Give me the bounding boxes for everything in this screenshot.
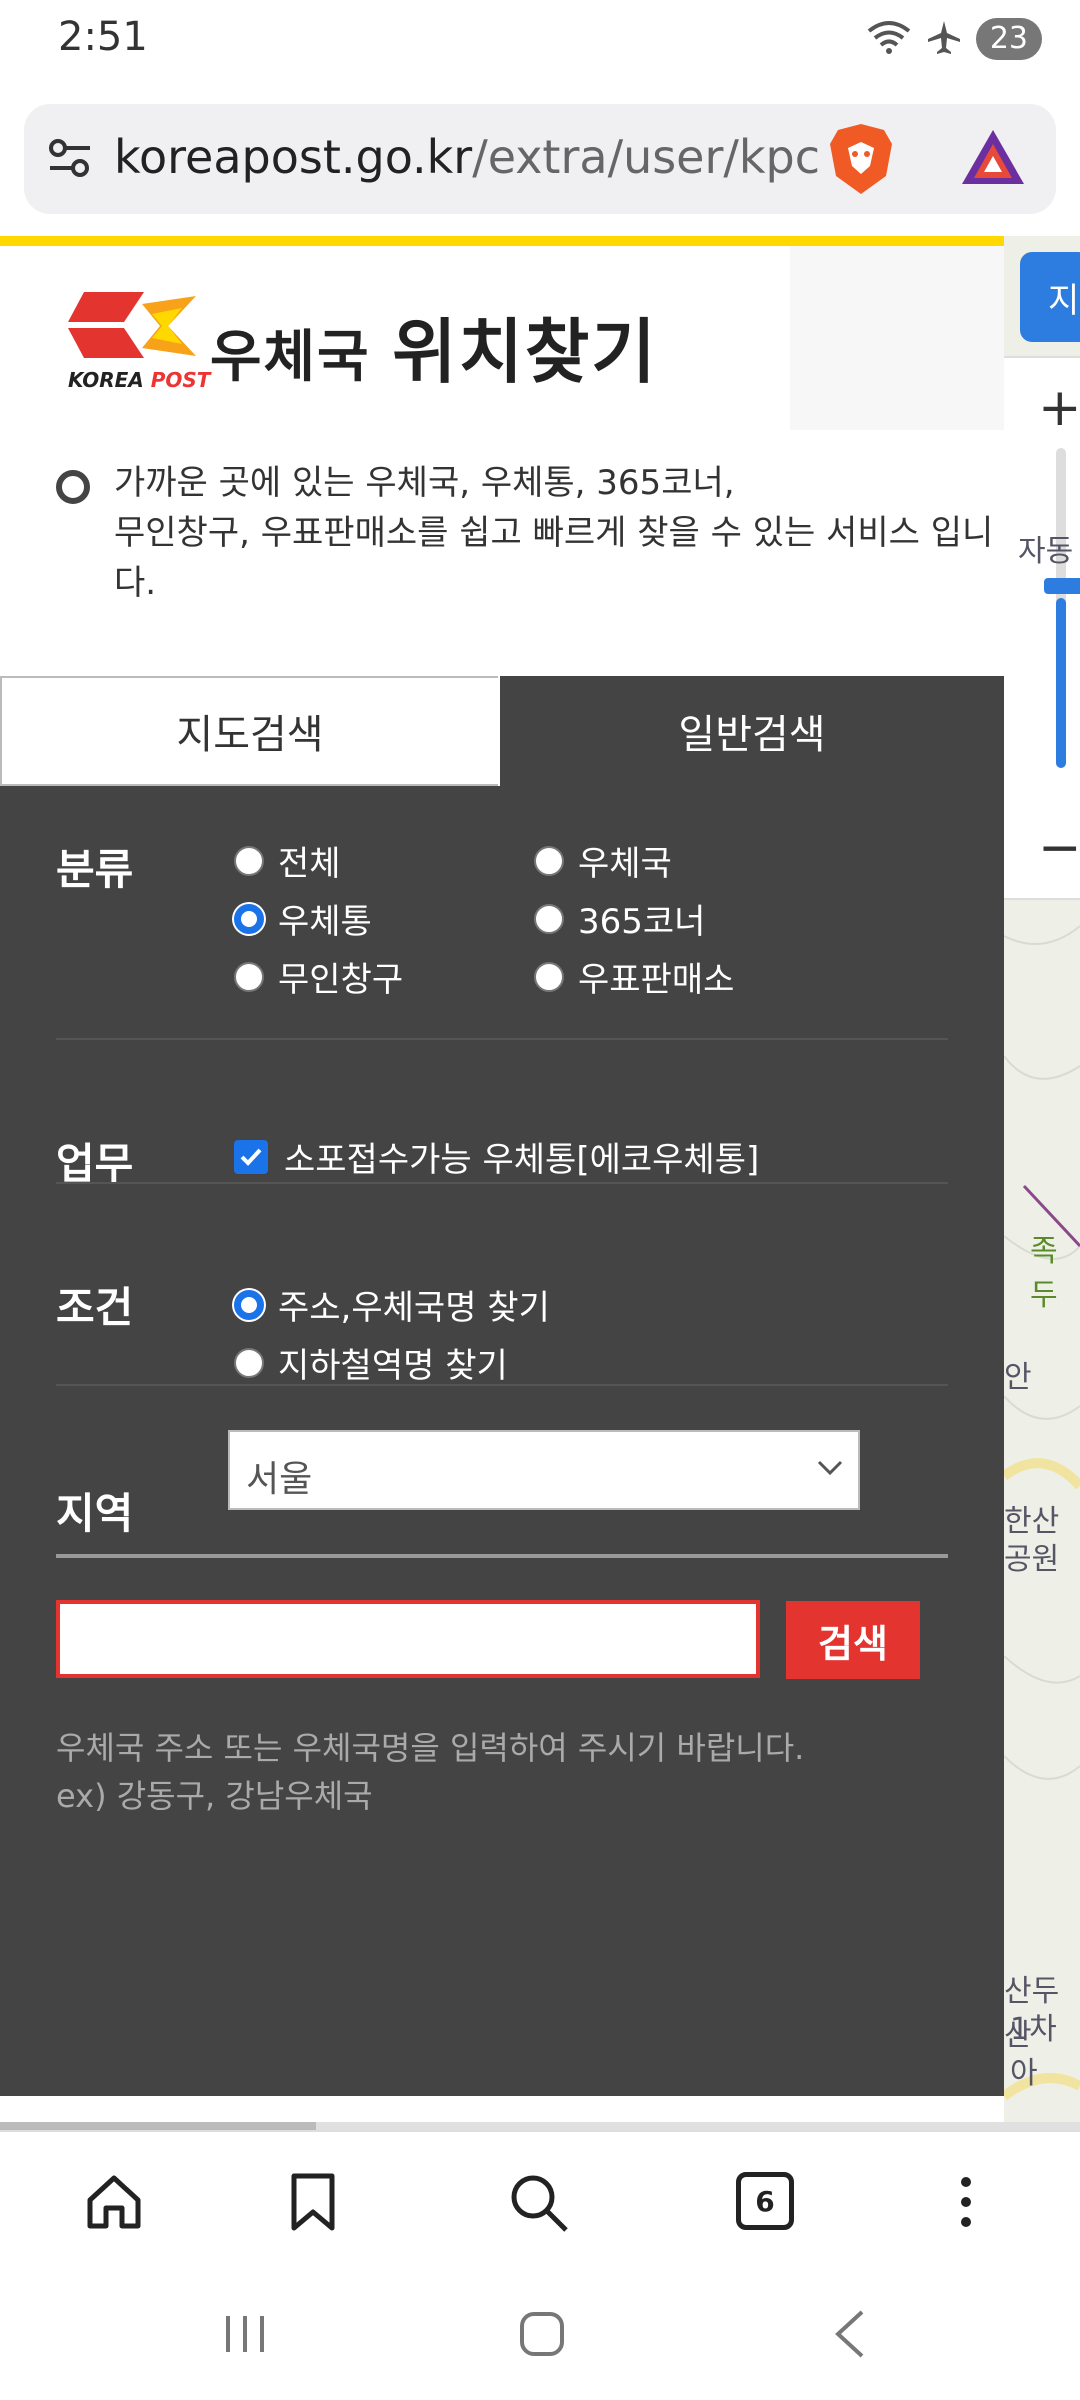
condition-label: 조건 — [56, 1283, 134, 1332]
korea-post-logo-icon — [64, 286, 204, 370]
zoom-slider-fill — [1056, 598, 1066, 768]
section-divider — [56, 1182, 948, 1184]
map-zoom-control: + − — [1004, 356, 1080, 900]
category-option-mailbox[interactable]: 우체통 — [234, 894, 372, 943]
url-domain: koreapost.go.kr — [114, 130, 473, 184]
radio-icon[interactable] — [534, 845, 564, 876]
battery-badge: 23 — [975, 18, 1042, 60]
map-label: 족두 — [1030, 1234, 1058, 1313]
radio-icon[interactable] — [534, 903, 564, 934]
map-strip[interactable]: 지 + − 자동 족두 안 한산 공원 산두산 1차아 — [1004, 236, 1080, 2126]
header-accent-line — [0, 236, 1004, 246]
category-option-post-office[interactable]: 우체국 — [534, 836, 672, 885]
region-label: 지역 — [56, 1489, 134, 1538]
address-bar[interactable]: koreapost.go.kr/extra/user/kpc — [24, 104, 1056, 214]
back-icon[interactable] — [830, 2308, 870, 2364]
brave-shields-icon[interactable] — [826, 122, 896, 200]
radio-icon[interactable] — [534, 961, 564, 992]
radio-icon[interactable] — [234, 1347, 264, 1378]
category-option-365-corner[interactable]: 365코너 — [534, 894, 705, 943]
eco-mailbox-checkbox[interactable]: 소포접수가능 우체통[에코우체통] — [234, 1132, 759, 1181]
service-description: 가까운 곳에 있는 우체국, 우체통, 365코너, 무인창구, 우표판매소를 … — [114, 458, 1004, 608]
more-menu-icon[interactable] — [956, 2172, 976, 2236]
url-path: /extra/user/kpc — [472, 130, 821, 184]
section-divider — [56, 1038, 948, 1040]
map-label: 안 — [1004, 1360, 1032, 1395]
category-label: 분류 — [56, 845, 134, 894]
site-settings-icon[interactable] — [46, 134, 94, 186]
status-bar: 2:51 23 — [0, 0, 1080, 90]
zoom-out-button[interactable]: − — [1038, 818, 1080, 878]
map-label: 자동 — [1018, 534, 1074, 569]
url-text[interactable]: koreapost.go.kr/extra/user/kpc — [114, 130, 830, 184]
section-divider — [56, 1384, 948, 1386]
web-page: KOREA POST 우체국 위치찾기 가까운 곳에 있는 우체국, 우체통, … — [0, 236, 1004, 2126]
description-line: 가까운 곳에 있는 우체국, 우체통, 365코너, — [114, 463, 735, 503]
region-select[interactable]: 서울 — [228, 1430, 860, 1510]
recent-apps-icon[interactable] — [220, 2312, 270, 2360]
korea-post-wordmark: KOREA POST — [68, 368, 211, 392]
category-option-all[interactable]: 전체 — [234, 836, 341, 885]
checkbox-checked-icon[interactable] — [234, 1139, 268, 1174]
bookmark-icon[interactable] — [288, 2172, 338, 2236]
wifi-icon — [866, 19, 912, 59]
browser-toolbar: 6 — [0, 2130, 1080, 2272]
tab-count: 6 — [736, 2172, 794, 2230]
category-option-stamp-shop[interactable]: 우표판매소 — [534, 952, 734, 1001]
search-panel: 분류 전체 우체국 우체통 365코너 무인창구 우표판매소 업무 소포접수가능… — [0, 786, 1004, 2096]
map-search-button[interactable]: 지 — [1020, 252, 1080, 342]
airplane-icon — [926, 19, 962, 59]
hint-line: ex) 강동구, 강남우체국 — [56, 1777, 373, 1815]
home-icon[interactable] — [84, 2172, 144, 2236]
radio-selected-icon[interactable] — [234, 903, 264, 934]
radio-icon[interactable] — [234, 961, 264, 992]
region-selected-value: 서울 — [246, 1459, 313, 1500]
tab-general-search[interactable]: 일반검색 — [500, 676, 1004, 786]
zoom-in-button[interactable]: + — [1038, 378, 1080, 438]
status-time: 2:51 — [58, 14, 148, 60]
tabs-icon[interactable]: 6 — [736, 2172, 794, 2230]
region-underline — [56, 1554, 948, 1558]
radio-selected-icon[interactable] — [234, 1289, 264, 1320]
category-option-kiosk[interactable]: 무인창구 — [234, 952, 403, 1001]
condition-option-subway[interactable]: 지하철역명 찾기 — [234, 1338, 508, 1387]
tab-map-search[interactable]: 지도검색 — [0, 676, 498, 786]
system-nav-bar — [0, 2270, 1080, 2400]
chevron-down-icon — [816, 1458, 844, 1482]
map-label: 공원 — [1004, 1542, 1060, 1577]
search-button[interactable]: 검색 — [786, 1601, 920, 1679]
header-side-panel — [790, 246, 1004, 430]
radio-icon[interactable] — [234, 845, 264, 876]
hint-line: 우체국 주소 또는 우체국명을 입력하여 주시기 바랍니다. — [56, 1729, 805, 1767]
search-hint: 우체국 주소 또는 우체국명을 입력하여 주시기 바랍니다. ex) 강동구, … — [56, 1724, 956, 1820]
search-icon[interactable] — [508, 2172, 570, 2238]
horizontal-scroll-thumb[interactable] — [0, 2122, 316, 2130]
zoom-slider-handle[interactable] — [1044, 578, 1080, 594]
header-logo-area: KOREA POST 우체국 위치찾기 — [0, 246, 790, 426]
page-title: 우체국 위치찾기 — [210, 311, 658, 393]
search-input[interactable] — [56, 1600, 760, 1678]
condition-option-address[interactable]: 주소,우체국명 찾기 — [234, 1280, 550, 1329]
bullet-icon — [56, 470, 90, 504]
status-icons: 23 — [866, 18, 1042, 60]
home-nav-icon[interactable] — [518, 2310, 566, 2362]
rewards-triangle-icon[interactable] — [958, 126, 1028, 192]
map-label: 1차아 — [1010, 2012, 1057, 2091]
description-line: 무인창구, 우표판매소를 쉽고 빠르게 찾을 수 있는 서비스 입니다. — [114, 513, 994, 603]
